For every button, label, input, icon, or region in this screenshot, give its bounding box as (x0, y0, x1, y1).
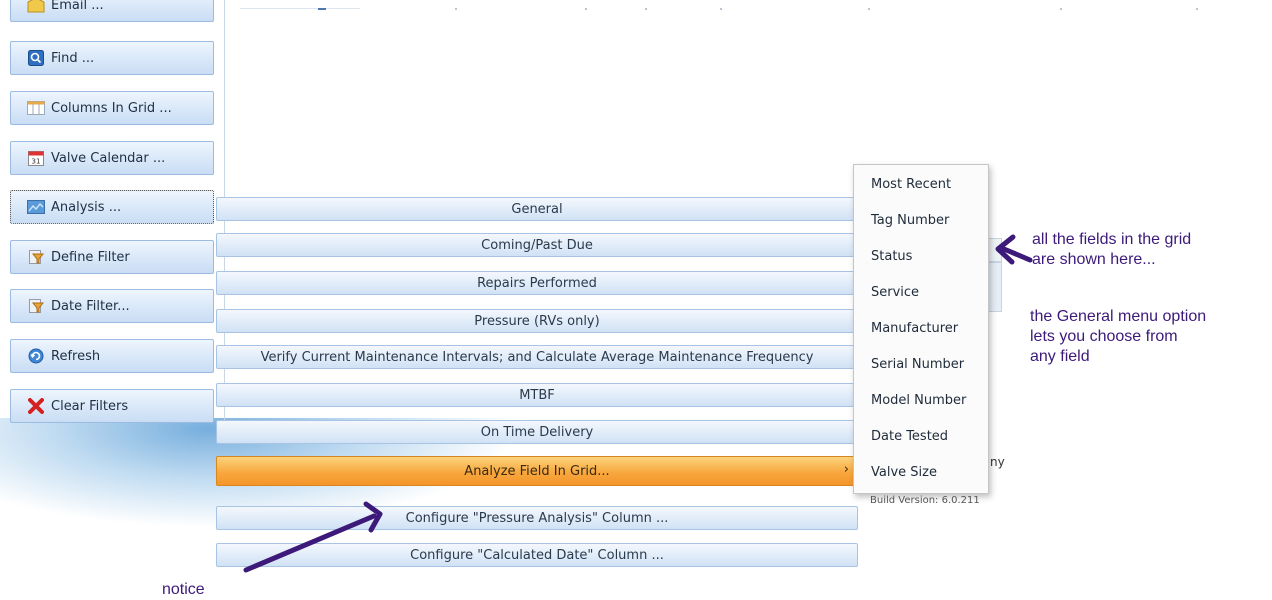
date-filter-label: Date Filter... (51, 298, 130, 314)
background-dialog-edge (988, 238, 1002, 262)
chart-icon (27, 198, 45, 216)
clear-filters-label: Clear Filters (51, 398, 129, 414)
valve-calendar-button[interactable]: 31 Valve Calendar ... (10, 141, 214, 175)
clear-x-icon (27, 397, 45, 415)
menu-item-coming-past-due[interactable]: Coming/Past Due (216, 233, 858, 257)
columns-in-grid-label: Columns In Grid ... (51, 100, 172, 116)
columns-in-grid-button[interactable]: Columns In Grid ... (10, 91, 214, 125)
annotation-general-line2: lets you choose from (1030, 328, 1178, 345)
date-filter-button[interactable]: Date Filter... (10, 289, 214, 323)
valve-calendar-label: Valve Calendar ... (51, 150, 166, 166)
email-label: Email ... (51, 0, 104, 13)
filter-icon (27, 248, 45, 266)
submenu-item-service[interactable]: Service (871, 285, 919, 300)
find-button[interactable]: Find ... (10, 41, 214, 75)
submenu-item-valve-size[interactable]: Valve Size (871, 465, 937, 480)
menu-item-general-label: General (511, 201, 563, 217)
submenu-item-tag-number[interactable]: Tag Number (871, 213, 949, 228)
submenu-item-status[interactable]: Status (871, 249, 912, 264)
submenu-item-most-recent[interactable]: Most Recent (871, 177, 951, 192)
menu-item-configure-pressure-label: Configure "Pressure Analysis" Column ... (405, 510, 669, 526)
menu-item-repairs-performed[interactable]: Repairs Performed (216, 271, 858, 295)
define-filter-label: Define Filter (51, 249, 130, 265)
find-label: Find ... (51, 50, 95, 66)
submenu-item-date-tested[interactable]: Date Tested (871, 429, 948, 444)
refresh-icon (27, 347, 45, 365)
envelope-icon (27, 0, 45, 14)
field-submenu: Most Recent Tag Number Status Service Ma… (853, 164, 989, 494)
submenu-chevron-icon: › (843, 462, 849, 477)
analysis-button[interactable]: Analysis ... (10, 190, 214, 224)
menu-item-mtbf-label: MTBF (519, 387, 555, 403)
arrow-to-submenu (995, 234, 1033, 265)
menu-item-pressure[interactable]: Pressure (RVs only) (216, 309, 858, 333)
columns-icon (27, 99, 45, 117)
refresh-button[interactable]: Refresh (10, 339, 214, 373)
search-icon (27, 49, 45, 67)
annotation-note-fields: all the fields in the grid are shown her… (1032, 230, 1191, 270)
menu-item-analyze-field-in-grid[interactable]: Analyze Field In Grid... › (216, 456, 858, 486)
background-partial-text: ny (990, 455, 1005, 469)
menu-item-on-time-delivery-label: On Time Delivery (480, 424, 594, 440)
filter-icon (27, 297, 45, 315)
menu-item-on-time-delivery[interactable]: On Time Delivery (216, 420, 858, 444)
menu-item-coming-past-due-label: Coming/Past Due (481, 237, 593, 253)
menu-item-verify-maintenance-label: Verify Current Maintenance Intervals; an… (260, 349, 814, 365)
annotation-general-line1: the General menu option (1030, 308, 1207, 325)
define-filter-button[interactable]: Define Filter (10, 240, 214, 274)
menu-item-pressure-label: Pressure (RVs only) (474, 313, 600, 329)
calendar-icon: 31 (27, 149, 45, 167)
annotation-general-line3: any field (1030, 348, 1090, 365)
submenu-item-manufacturer[interactable]: Manufacturer (871, 321, 958, 336)
annotation-fields-line2: are shown here... (1032, 251, 1156, 268)
menu-item-mtbf[interactable]: MTBF (216, 383, 858, 407)
refresh-label: Refresh (51, 348, 101, 364)
annotation-notice: notice (162, 581, 205, 598)
annotation-fields-line1: all the fields in the grid (1032, 231, 1192, 248)
menu-item-verify-maintenance[interactable]: Verify Current Maintenance Intervals; an… (216, 345, 858, 369)
menu-item-analyze-field-label: Analyze Field In Grid... (464, 463, 610, 479)
clear-filters-button[interactable]: Clear Filters (10, 389, 214, 423)
menu-item-configure-pressure-analysis[interactable]: Configure "Pressure Analysis" Column ... (216, 506, 858, 530)
menu-item-repairs-performed-label: Repairs Performed (477, 275, 597, 291)
annotation-note-general: the General menu option lets you choose … (1030, 307, 1206, 367)
email-button[interactable]: Email ... (10, 0, 214, 22)
submenu-item-serial-number[interactable]: Serial Number (871, 357, 964, 372)
menu-item-general[interactable]: General (216, 197, 858, 221)
analysis-label: Analysis ... (51, 199, 122, 215)
svg-text:31: 31 (32, 158, 41, 166)
menu-item-configure-calculated-date[interactable]: Configure "Calculated Date" Column ... (216, 543, 858, 567)
submenu-item-model-number[interactable]: Model Number (871, 393, 966, 408)
background-dialog-panel (988, 262, 1002, 312)
build-version-text: Build Version: 6.0.211 (870, 495, 980, 506)
menu-item-configure-calculated-date-label: Configure "Calculated Date" Column ... (410, 547, 664, 563)
